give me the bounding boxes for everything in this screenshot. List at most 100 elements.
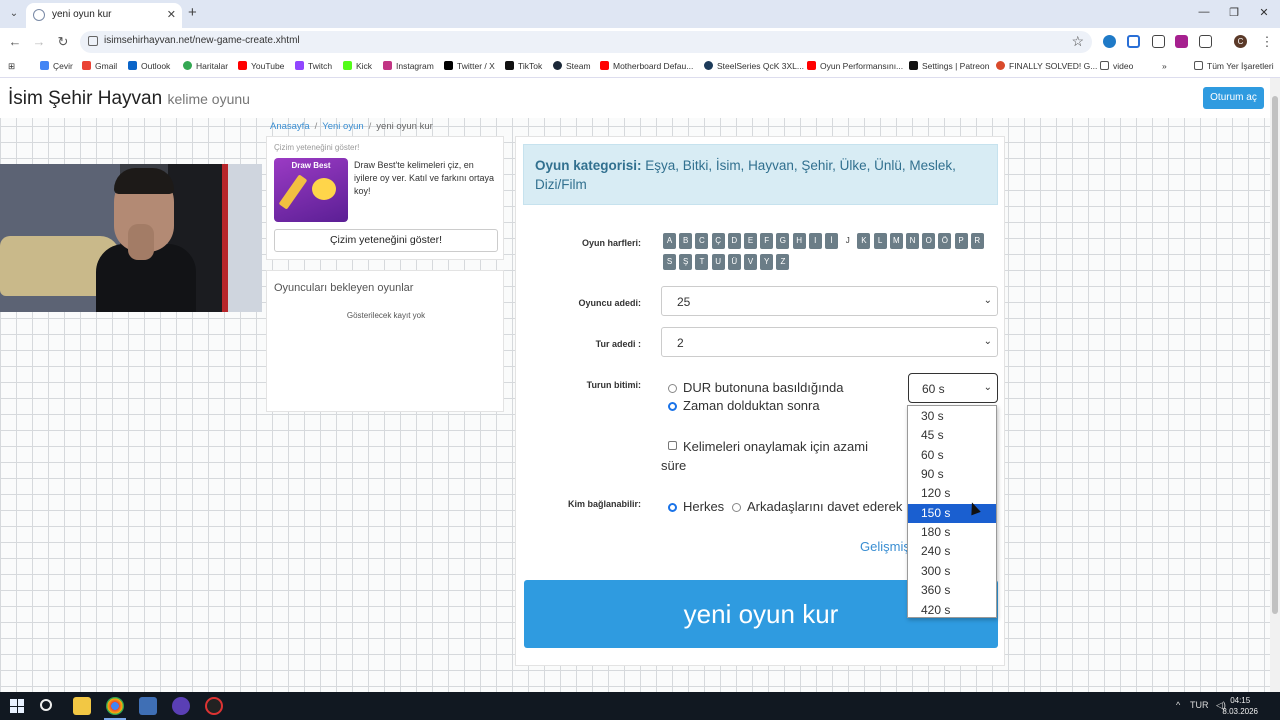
- time-option[interactable]: 60 s: [908, 446, 996, 465]
- time-option[interactable]: 240 s: [908, 542, 996, 561]
- time-option[interactable]: 90 s: [908, 465, 996, 484]
- site-brand[interactable]: İsim Şehir Hayvan kelime oyunu: [8, 88, 250, 110]
- more-bookmarks-icon[interactable]: »: [1162, 61, 1167, 71]
- bookmark-item[interactable]: YouTube: [238, 61, 284, 71]
- all-bookmarks-folder[interactable]: Tüm Yer İşaretleri: [1194, 61, 1274, 71]
- breadcrumb-new-game-link[interactable]: Yeni oyun: [322, 121, 363, 132]
- time-select[interactable]: 60 s ⌄: [908, 373, 998, 403]
- tab-search-icon[interactable]: ⌄: [6, 6, 22, 22]
- bookmark-item[interactable]: FINALLY SOLVED! G...: [996, 61, 1097, 71]
- letter-chip[interactable]: U: [711, 254, 725, 270]
- letter-chip[interactable]: İ: [825, 233, 838, 249]
- bookmark-star-icon[interactable]: ☆: [1071, 33, 1084, 50]
- bookmark-item[interactable]: Çevir: [40, 61, 73, 71]
- time-option[interactable]: 360 s: [908, 581, 996, 600]
- letter-chip[interactable]: K: [857, 233, 871, 249]
- who-radio-friends[interactable]: [732, 503, 741, 512]
- letter-chip[interactable]: Ü: [727, 254, 741, 270]
- audio-extension-icon[interactable]: [1127, 35, 1140, 48]
- bookmark-item[interactable]: Kick: [343, 61, 372, 71]
- apps-grid-icon[interactable]: ⊞: [8, 61, 15, 72]
- letter-chip[interactable]: M: [889, 233, 903, 249]
- close-tab-icon[interactable]: ✕: [167, 8, 176, 21]
- forward-icon[interactable]: →: [31, 34, 47, 50]
- bookmark-item[interactable]: Gmail: [82, 61, 117, 71]
- bookmark-item[interactable]: TikTok: [505, 61, 542, 71]
- bookmark-item[interactable]: Twitch: [295, 61, 332, 71]
- letter-chip[interactable]: O: [922, 233, 936, 249]
- obs-icon[interactable]: [205, 697, 223, 715]
- chrome-icon[interactable]: [106, 697, 124, 715]
- puzzle-icon[interactable]: [1199, 35, 1212, 48]
- bookmark-item[interactable]: Outlook: [128, 61, 170, 71]
- rounds-select[interactable]: 2 ⌄: [661, 327, 998, 357]
- time-option[interactable]: 45 s: [908, 426, 996, 445]
- windows-start-icon[interactable]: [10, 699, 24, 713]
- letter-chip[interactable]: Z: [776, 254, 790, 270]
- url-text[interactable]: isimsehirhayvan.net/new-game-create.xhtm…: [104, 35, 300, 46]
- draw-best-image[interactable]: Draw Best: [274, 158, 348, 222]
- login-button[interactable]: Oturum aç: [1203, 87, 1264, 109]
- round-end-radio-stop[interactable]: [668, 384, 677, 393]
- breadcrumb-home-link[interactable]: Anasayfa: [270, 121, 310, 132]
- brand-title[interactable]: İsim Şehir Hayvan: [8, 88, 162, 109]
- bookmark-item[interactable]: Haritalar: [183, 61, 228, 71]
- letter-chip[interactable]: S: [663, 254, 676, 270]
- letter-chip[interactable]: D: [727, 233, 741, 249]
- letter-chip[interactable]: T: [695, 254, 709, 270]
- time-option[interactable]: 300 s: [908, 562, 996, 581]
- bookmark-item[interactable]: Motherboard Defau...: [600, 61, 693, 71]
- letter-chip[interactable]: H: [792, 233, 806, 249]
- bookmark-folder[interactable]: video: [1100, 61, 1133, 71]
- letter-chip[interactable]: B: [679, 233, 693, 249]
- file-explorer-icon[interactable]: [73, 697, 91, 715]
- time-option[interactable]: 30 s: [908, 407, 996, 426]
- kebab-menu-icon[interactable]: ⋮: [1259, 34, 1275, 50]
- who-radio-everyone[interactable]: [668, 503, 677, 512]
- back-icon[interactable]: ←: [7, 34, 23, 50]
- tray-chevron-icon[interactable]: ^: [1176, 700, 1180, 710]
- new-tab-icon[interactable]: +: [188, 5, 197, 21]
- page-scrollbar[interactable]: [1270, 78, 1280, 692]
- letter-chip[interactable]: G: [776, 233, 790, 249]
- round-end-option-time[interactable]: Zaman dolduktan sonra: [683, 398, 820, 413]
- time-option[interactable]: 120 s: [908, 484, 996, 503]
- letter-chip[interactable]: Y: [760, 254, 774, 270]
- draw-best-button[interactable]: Çizim yeteneğini göster!: [274, 229, 498, 252]
- bookmark-item[interactable]: Steam: [553, 61, 591, 71]
- round-end-option-stop[interactable]: DUR butonuna basıldığında: [683, 380, 843, 395]
- bookmark-item[interactable]: Twitter / X: [444, 61, 495, 71]
- confirm-time-label[interactable]: Kelimeleri onaylamak için azami süre: [661, 437, 886, 475]
- minimize-icon[interactable]: —: [1194, 6, 1214, 18]
- bookmark-item[interactable]: Settings | Patreon: [909, 61, 989, 71]
- time-option[interactable]: 150 s: [908, 503, 996, 523]
- close-window-icon[interactable]: ✕: [1254, 6, 1274, 19]
- taskbar-clock[interactable]: 04:15 8.03.2026: [1222, 695, 1258, 717]
- extension-icon[interactable]: [1103, 35, 1116, 48]
- letter-chip[interactable]: L: [873, 233, 887, 249]
- letter-chip[interactable]: Ö: [938, 233, 952, 249]
- browser-tab[interactable]: yeni oyun kur ✕: [26, 3, 182, 28]
- reload-icon[interactable]: ↻: [55, 34, 71, 50]
- letter-chip[interactable]: C: [695, 233, 709, 249]
- letter-chip[interactable]: R: [970, 233, 984, 249]
- round-end-radio-time[interactable]: [668, 402, 677, 411]
- tray-lang[interactable]: TUR: [1190, 700, 1209, 710]
- bookmark-item[interactable]: SteelSeries QcK 3XL...: [704, 61, 804, 71]
- who-option-friends[interactable]: Arkadaşlarını davet ederek: [747, 499, 907, 514]
- letter-chip[interactable]: P: [954, 233, 968, 249]
- letter-chip[interactable]: I: [808, 233, 822, 249]
- advanced-settings-link[interactable]: Gelişmiş: [860, 539, 910, 554]
- letter-chip[interactable]: N: [906, 233, 919, 249]
- restore-icon[interactable]: ❐: [1224, 6, 1244, 19]
- scrollbar-thumb[interactable]: [1272, 96, 1278, 614]
- cast-icon[interactable]: [1152, 35, 1165, 48]
- letter-chip[interactable]: Ş: [679, 254, 693, 270]
- who-option-everyone[interactable]: Herkes: [683, 499, 724, 514]
- time-option[interactable]: 420 s: [908, 601, 996, 620]
- letter-chip[interactable]: F: [760, 233, 774, 249]
- url-field[interactable]: isimsehirhayvan.net/new-game-create.xhtm…: [80, 31, 1092, 53]
- extension-icon-2[interactable]: [1175, 35, 1188, 48]
- letter-chip[interactable]: E: [744, 233, 757, 249]
- app-icon[interactable]: [139, 697, 157, 715]
